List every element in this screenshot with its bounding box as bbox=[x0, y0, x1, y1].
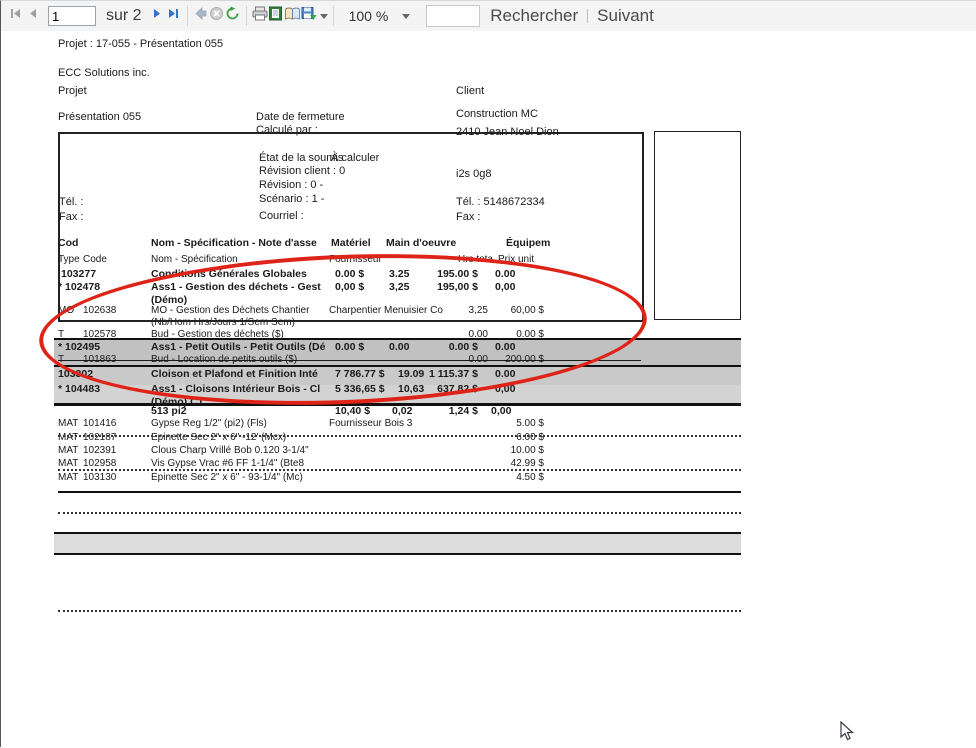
company-name: ECC Solutions inc. bbox=[58, 67, 150, 79]
find-next-button[interactable]: Suivant bbox=[597, 6, 654, 26]
cell-name: 513 pi2 bbox=[151, 405, 187, 417]
cell-prix: 10.00 $ bbox=[511, 445, 544, 456]
print-layout-button[interactable] bbox=[268, 4, 284, 28]
zoom-dropdown-caret-icon[interactable] bbox=[402, 14, 410, 19]
export-dropdown-caret-icon bbox=[320, 14, 328, 19]
stop-rendering-button[interactable] bbox=[209, 4, 225, 28]
search-input[interactable] bbox=[426, 5, 480, 27]
cell-mo: 1,24 $ bbox=[449, 405, 478, 417]
dotted-rule bbox=[58, 469, 741, 471]
cell-code: 101416 bbox=[83, 418, 116, 429]
dotted-rule bbox=[58, 512, 741, 514]
next-page-button[interactable] bbox=[150, 4, 166, 28]
cell-code: 102187 bbox=[83, 432, 116, 443]
dotted-rule bbox=[58, 610, 741, 612]
annotation-rectangle-side bbox=[654, 131, 741, 320]
back-to-parent-button[interactable] bbox=[193, 4, 209, 28]
back-arrow-icon bbox=[193, 6, 208, 26]
link-separator bbox=[587, 9, 588, 23]
cell-prix: 5.00 $ bbox=[516, 418, 544, 429]
cell-type: MAT bbox=[58, 458, 78, 469]
next-page-icon bbox=[151, 7, 164, 25]
cell-equip: 0,00 bbox=[491, 405, 511, 417]
stop-icon bbox=[209, 6, 224, 26]
cell-name: Épinette Sec 2" x 6" -12' (Mcx) bbox=[151, 432, 286, 443]
mouse-cursor bbox=[839, 721, 859, 746]
dotted-rule bbox=[58, 435, 741, 437]
table-row: MAT 103130 Épinette Sec 2" x 6" - 93-1/4… bbox=[58, 472, 742, 485]
table-row: MAT 101416 Gypse Reg 1/2" (pi2) (Fls) Fo… bbox=[58, 418, 742, 431]
refresh-button[interactable] bbox=[225, 4, 241, 28]
cell-type: MAT bbox=[58, 432, 78, 443]
cell-type: MAT bbox=[58, 418, 78, 429]
cell-type: MAT bbox=[58, 472, 78, 483]
cell-code: 103130 bbox=[83, 472, 116, 483]
search-button[interactable]: Rechercher bbox=[490, 6, 578, 26]
cell-hrs: 0,02 bbox=[392, 405, 412, 417]
cell-name: Vis Gypse Vrac #6 FF 1-1/4" (Bte8 bbox=[151, 458, 304, 469]
client-name: Construction MC bbox=[456, 108, 538, 120]
closing-date-label: Date de fermeture bbox=[256, 111, 345, 123]
cell-name: Épinette Sec 2" x 6" - 93-1/4" (Mc) bbox=[151, 472, 303, 483]
report-title: Projet : 17-055 - Présentation 055 bbox=[58, 38, 223, 50]
last-page-button[interactable] bbox=[166, 4, 182, 28]
table-row: 513 pi2 10,40 $ 0,02 1,24 $ 0,00 bbox=[58, 405, 742, 418]
export-save-icon bbox=[301, 6, 317, 26]
first-page-button[interactable] bbox=[8, 4, 24, 28]
footer-band bbox=[54, 532, 741, 555]
cell-prix: 4.50 $ bbox=[516, 472, 544, 483]
zoom-select[interactable]: 100 % bbox=[349, 8, 389, 24]
cell-code: * 104483 bbox=[58, 383, 100, 395]
cell-fournisseur: Fournisseur Bois 3 bbox=[329, 418, 412, 429]
report-viewer-toolbar: sur 2 bbox=[1, 1, 976, 31]
rule-line bbox=[58, 491, 741, 493]
first-page-icon bbox=[10, 7, 23, 25]
print-button[interactable] bbox=[252, 4, 268, 28]
project-name: Présentation 055 bbox=[58, 111, 141, 123]
report-page: Projet : 17-055 - Présentation 055 ECC S… bbox=[1, 31, 976, 748]
previous-page-icon bbox=[26, 7, 39, 25]
cell-materiel: 10,40 $ bbox=[335, 405, 370, 417]
previous-page-button[interactable] bbox=[24, 4, 40, 28]
cell-prix: 6.00 $ bbox=[516, 432, 544, 443]
cell-name: Clous Charp Vrillé Bob 0.120 3-1/4" bbox=[151, 445, 309, 456]
refresh-icon bbox=[225, 6, 240, 26]
export-button[interactable] bbox=[301, 4, 328, 28]
page-count-label: sur 2 bbox=[106, 7, 142, 25]
client-label: Client bbox=[456, 85, 484, 97]
cell-name: Gypse Reg 1/2" (pi2) (Fls) bbox=[151, 418, 267, 429]
page-setup-button[interactable] bbox=[284, 4, 301, 28]
toolbar-separator bbox=[246, 6, 247, 26]
table-row: MAT 102187 Épinette Sec 2" x 6" -12' (Mc… bbox=[58, 432, 742, 445]
cell-prix: 42.99 $ bbox=[511, 458, 544, 469]
page-setup-icon bbox=[284, 6, 301, 26]
cell-code: 102958 bbox=[83, 458, 116, 469]
toolbar-separator bbox=[333, 6, 334, 26]
print-layout-icon bbox=[268, 6, 283, 26]
cell-type: MAT bbox=[58, 445, 78, 456]
last-page-icon bbox=[167, 7, 180, 25]
toolbar-separator bbox=[187, 6, 188, 26]
cell-code: 102391 bbox=[83, 445, 116, 456]
project-label: Projet bbox=[58, 85, 87, 97]
page-number-input[interactable] bbox=[48, 6, 96, 26]
table-row: MAT 102391 Clous Charp Vrillé Bob 0.120 … bbox=[58, 445, 742, 458]
printer-icon bbox=[252, 6, 268, 26]
